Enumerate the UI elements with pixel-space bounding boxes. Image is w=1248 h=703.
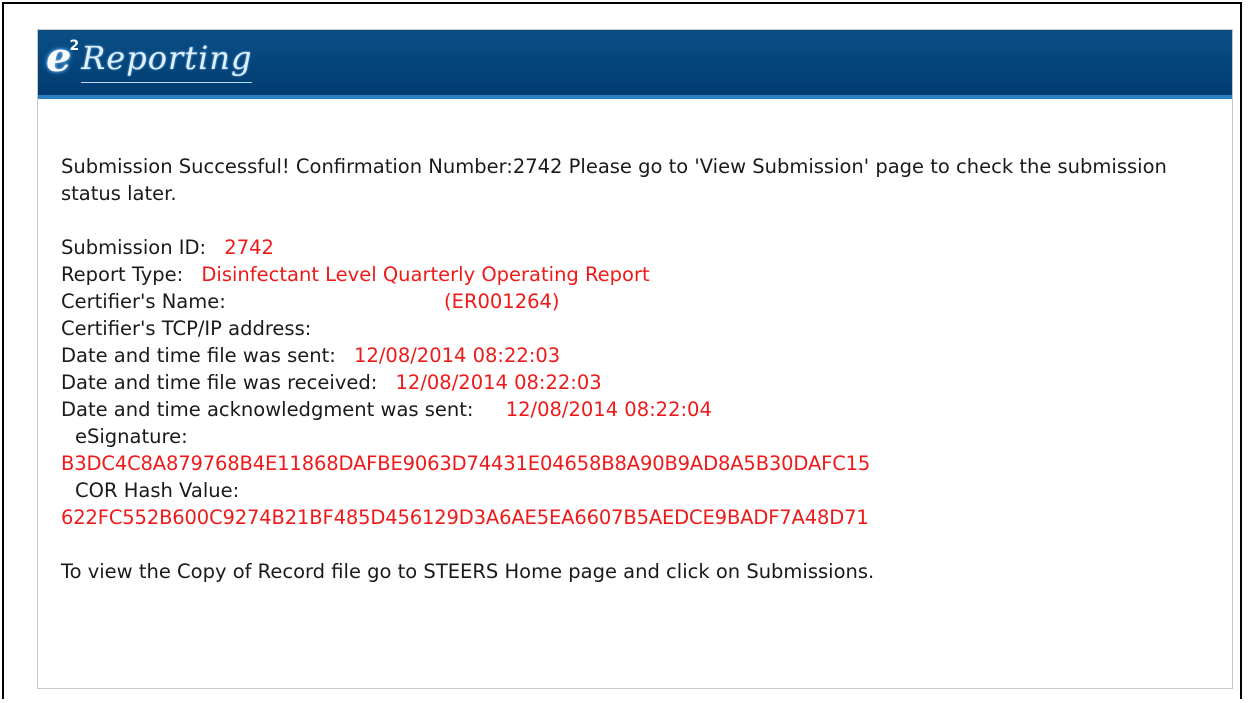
date-ack-value: 12/08/2014 08:22:04 xyxy=(505,398,712,421)
logo-e: e xyxy=(46,34,72,81)
report-type-label: Report Type: xyxy=(61,263,184,286)
certifier-name-row: Certifier's Name: (ER001264) xyxy=(61,288,1211,315)
report-type-value: Disinfectant Level Quarterly Operating R… xyxy=(201,263,650,286)
date-received-value: 12/08/2014 08:22:03 xyxy=(395,371,602,394)
date-sent-row: Date and time file was sent: 12/08/2014 … xyxy=(61,342,1211,369)
cor-hash-label-row: COR Hash Value: xyxy=(61,477,1211,504)
submission-id-row: Submission ID: 2742 xyxy=(61,234,1211,261)
date-sent-value: 12/08/2014 08:22:03 xyxy=(354,344,561,367)
report-type-row: Report Type: Disinfectant Level Quarterl… xyxy=(61,261,1211,288)
logo-superscript: 2 xyxy=(69,38,80,54)
submission-id-value: 2742 xyxy=(224,236,274,259)
esignature-label-row: eSignature: xyxy=(61,423,1211,450)
certifier-ip-label: Certifier's TCP/IP address: xyxy=(61,317,312,340)
logo-wordmark: Reporting xyxy=(81,34,253,83)
date-received-label: Date and time file was received: xyxy=(61,371,378,394)
confirmation-content: Submission Successful! Confirmation Numb… xyxy=(61,153,1211,585)
submission-id-label: Submission ID: xyxy=(61,236,207,259)
copy-of-record-note: To view the Copy of Record file go to ST… xyxy=(61,560,875,583)
date-ack-row: Date and time acknowledgment was sent: 1… xyxy=(61,396,1211,423)
certifier-name-label: Certifier's Name: xyxy=(61,290,226,313)
date-received-row: Date and time file was received: 12/08/2… xyxy=(61,369,1211,396)
cor-hash-label: COR Hash Value: xyxy=(75,479,240,502)
window-frame: e 2 Reporting Submission Successful! Con… xyxy=(2,2,1242,699)
success-message: Submission Successful! Confirmation Numb… xyxy=(61,155,1167,205)
esignature-label: eSignature: xyxy=(75,425,188,448)
header-bar: e 2 Reporting xyxy=(38,30,1232,99)
certifier-name-value: (ER001264) xyxy=(444,290,560,313)
e2-reporting-logo: e 2 Reporting xyxy=(46,34,253,92)
date-sent-label: Date and time file was sent: xyxy=(61,344,336,367)
confirmation-panel: e 2 Reporting Submission Successful! Con… xyxy=(37,29,1233,689)
certifier-ip-row: Certifier's TCP/IP address: xyxy=(61,315,1211,342)
cor-hash-value: 622FC552B600C9274B21BF485D456129D3A6AE5E… xyxy=(61,506,869,529)
date-ack-label: Date and time acknowledgment was sent: xyxy=(61,398,474,421)
esignature-value: B3DC4C8A879768B4E11868DAFBE9063D74431E04… xyxy=(61,452,871,475)
